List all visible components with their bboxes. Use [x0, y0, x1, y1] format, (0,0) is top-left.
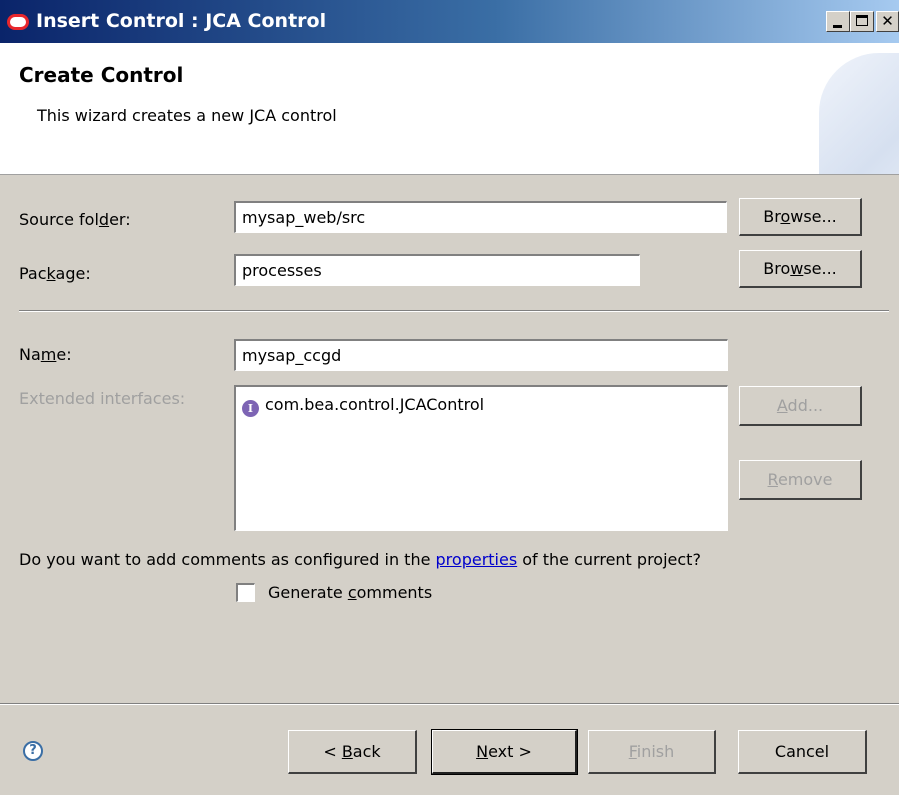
package-label: Package: — [19, 264, 91, 283]
remove-interface-button[interactable]: Remove — [739, 460, 862, 500]
wizard-header: Create Control This wizard creates a new… — [0, 43, 899, 175]
generate-comments-mnemonic: c — [347, 583, 357, 602]
page-description: This wizard creates a new JCA control — [37, 106, 337, 125]
name-input[interactable] — [234, 339, 728, 371]
window-title: Insert Control : JCA Control — [36, 10, 327, 32]
name-label-text-end: e: — [56, 345, 72, 364]
finish-label: inish — [636, 742, 675, 761]
source-folder-label-mnemonic: d — [98, 210, 110, 229]
browse-package-button[interactable]: Browse... — [739, 250, 862, 288]
comments-question: Do you want to add comments as configure… — [19, 550, 701, 569]
minimize-icon — [833, 25, 842, 28]
comments-question-text: Do you want to add comments as configure… — [19, 550, 436, 569]
add-mnemonic: A — [776, 396, 788, 415]
package-label-text: Pac — [19, 264, 47, 283]
help-icon[interactable]: ? — [23, 741, 43, 761]
maximize-icon — [856, 15, 868, 26]
generate-comments-checkbox[interactable] — [236, 583, 255, 602]
form-separator — [19, 310, 889, 312]
extended-interfaces-list[interactable]: Icom.bea.control.JCAControl — [234, 385, 728, 531]
package-input[interactable] — [234, 254, 640, 286]
interface-icon: I — [242, 400, 259, 417]
close-icon: ✕ — [881, 12, 894, 30]
back-label-end: ack — [352, 742, 381, 761]
remove-mnemonic: R — [767, 470, 778, 489]
back-button[interactable]: < Back — [288, 730, 417, 774]
browse-mnemonic: o — [780, 207, 791, 226]
add-label: dd... — [787, 396, 824, 415]
name-label-text: Na — [19, 345, 41, 364]
source-folder-input[interactable] — [234, 201, 727, 233]
package-label-text-end: age: — [55, 264, 91, 283]
browse-label-end: wse... — [790, 207, 837, 226]
title-bar[interactable]: Insert Control : JCA Control ✕ — [0, 0, 899, 43]
finish-mnemonic: F — [628, 742, 637, 761]
package-label-mnemonic: k — [46, 264, 56, 283]
list-item-label: com.bea.control.JCAControl — [265, 395, 485, 414]
minimize-button[interactable] — [826, 11, 850, 32]
name-label: Name: — [19, 345, 72, 364]
add-interface-button[interactable]: Add... — [739, 386, 862, 426]
page-title: Create Control — [19, 63, 184, 87]
back-label: < — [323, 742, 342, 761]
comments-question-text-end: of the current project? — [517, 550, 701, 569]
footer-separator — [0, 703, 899, 705]
next-mnemonic: N — [476, 742, 489, 761]
oracle-logo-icon — [7, 14, 29, 30]
browse-label: Br — [763, 207, 781, 226]
source-folder-label-text-end: er: — [109, 210, 131, 229]
maximize-button[interactable] — [850, 11, 874, 32]
browse-mnemonic: w — [790, 259, 804, 278]
header-decoration — [819, 53, 899, 174]
name-label-mnemonic: m — [40, 345, 57, 364]
browse-source-folder-button[interactable]: Browse... — [739, 198, 862, 236]
browse-label: Bro — [763, 259, 791, 278]
list-item[interactable]: Icom.bea.control.JCAControl — [242, 395, 484, 417]
browse-label-end: se... — [803, 259, 837, 278]
next-button[interactable]: Next > — [431, 729, 578, 775]
back-mnemonic: B — [341, 742, 353, 761]
properties-link[interactable]: properties — [436, 550, 518, 569]
source-folder-label-text: Source fol — [19, 210, 99, 229]
remove-label: emove — [777, 470, 833, 489]
next-label: ext > — [488, 742, 532, 761]
cancel-button[interactable]: Cancel — [738, 730, 867, 774]
close-button[interactable]: ✕ — [876, 11, 899, 32]
generate-comments-text: Generate — [268, 583, 348, 602]
generate-comments-text-end: omments — [356, 583, 433, 602]
finish-button[interactable]: Finish — [588, 730, 716, 774]
generate-comments-label[interactable]: Generate comments — [268, 583, 432, 602]
extended-interfaces-label: Extended interfaces: — [19, 389, 186, 408]
source-folder-label: Source folder: — [19, 210, 131, 229]
